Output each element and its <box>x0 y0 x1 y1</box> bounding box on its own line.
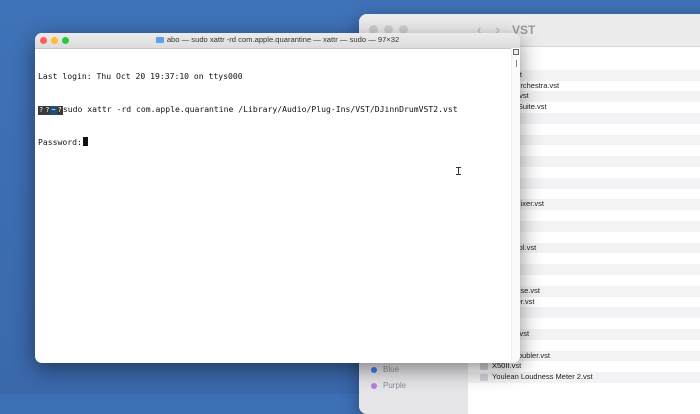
tag-dot-icon <box>371 366 377 373</box>
password-label: Password: <box>38 137 82 147</box>
terminal-output[interactable]: Last login: Thu Oct 20 19:37:10 on ttys0… <box>38 49 510 363</box>
vst-file-icon <box>480 363 488 371</box>
file-name: Youlean Loudness Meter 2.vst <box>492 372 593 382</box>
ibeam-cursor-icon <box>456 167 462 175</box>
sidebar-tag-label: Purple <box>383 381 407 390</box>
terminal-window[interactable]: abo — sudo xattr -rd com.apple.quarantin… <box>35 33 520 363</box>
scroll-up-icon[interactable] <box>513 49 519 55</box>
vst-file-icon <box>480 374 488 382</box>
sidebar-tag-blue[interactable]: Blue <box>371 365 399 374</box>
tag-dot-icon <box>371 382 377 389</box>
command-text: sudo xattr -rd com.apple.quarantine /Lib… <box>62 104 458 114</box>
file-row[interactable]: Youlean Loudness Meter 2.vst <box>468 372 700 383</box>
terminal-titlebar[interactable]: abo — sudo xattr -rd com.apple.quarantin… <box>35 33 520 49</box>
text-cursor <box>82 137 88 146</box>
terminal-title: abo — sudo xattr -rd com.apple.quarantin… <box>35 35 520 44</box>
terminal-scrollbar[interactable] <box>511 48 520 363</box>
sidebar-tag-purple[interactable]: Purple <box>371 381 406 390</box>
terminal-title-text: abo — sudo xattr -rd com.apple.quarantin… <box>166 35 400 44</box>
command-line: ?? ~ ?sudo xattr -rd com.apple.quarantine … <box>38 104 510 115</box>
file-row[interactable]: X50II.vst <box>468 361 700 372</box>
last-login-line: Last login: Thu Oct 20 19:37:10 on ttys0… <box>38 71 243 81</box>
folder-icon <box>155 37 164 43</box>
sidebar-tag-label: Blue <box>383 365 400 374</box>
scroll-marker <box>516 60 517 67</box>
password-line[interactable]: Password: <box>38 137 510 148</box>
